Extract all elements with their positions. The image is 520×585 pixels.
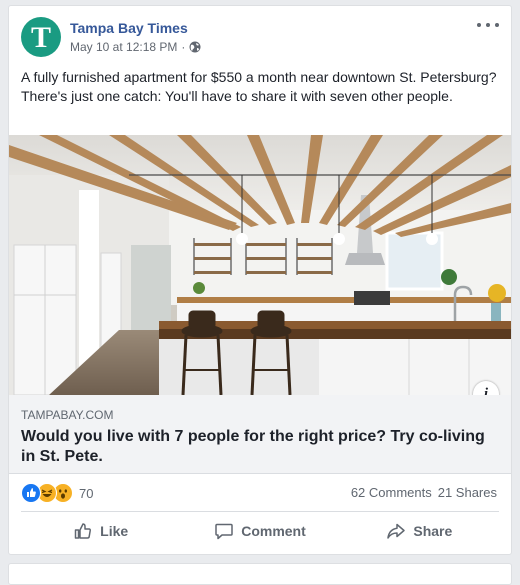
reaction-count: 70 — [79, 485, 94, 501]
avatar-letter: T — [30, 21, 51, 54]
share-icon — [387, 523, 406, 539]
link-headline[interactable]: Would you live with 7 people for the rig… — [21, 427, 501, 467]
page-avatar[interactable]: T — [21, 17, 61, 57]
post-timestamp[interactable]: May 10 at 12:18 PM — [70, 40, 177, 54]
post-text: A fully furnished apartment for $550 a m… — [21, 69, 497, 104]
link-domain: TAMPABAY.COM — [21, 408, 114, 422]
share-label: Share — [413, 523, 453, 539]
like-button[interactable]: Like — [21, 514, 180, 548]
like-label: Like — [100, 523, 129, 539]
more-options-icon[interactable] — [477, 17, 499, 33]
kitchen-photo — [9, 135, 511, 395]
globe-icon — [189, 41, 201, 53]
comment-icon — [215, 523, 233, 540]
thumbs-up-icon — [74, 523, 92, 539]
meta-separator: · — [181, 40, 186, 54]
post-meta: May 10 at 12:18 PM · — [70, 40, 201, 54]
page-name-link[interactable]: Tampa Bay Times — [70, 20, 188, 36]
link-preview-image[interactable]: i — [9, 135, 511, 395]
action-bar: Like Comment Share — [21, 514, 499, 548]
engagement-stats: 62 Comments 21 Shares — [351, 485, 497, 500]
link-preview-meta[interactable]: TAMPABAY.COM Would you live with 7 peopl… — [9, 395, 511, 474]
comment-label: Comment — [241, 523, 306, 539]
share-button[interactable]: Share — [340, 514, 499, 548]
like-reaction-icon — [21, 483, 41, 503]
comment-button[interactable]: Comment — [180, 514, 339, 548]
reaction-summary[interactable]: 70 — [21, 483, 93, 503]
share-count-link[interactable]: 21 Shares — [438, 485, 497, 500]
next-post-card — [8, 563, 512, 585]
action-divider — [21, 511, 499, 512]
comment-count-link[interactable]: 62 Comments — [351, 485, 432, 500]
post-card: T Tampa Bay Times May 10 at 12:18 PM · A… — [8, 5, 512, 555]
